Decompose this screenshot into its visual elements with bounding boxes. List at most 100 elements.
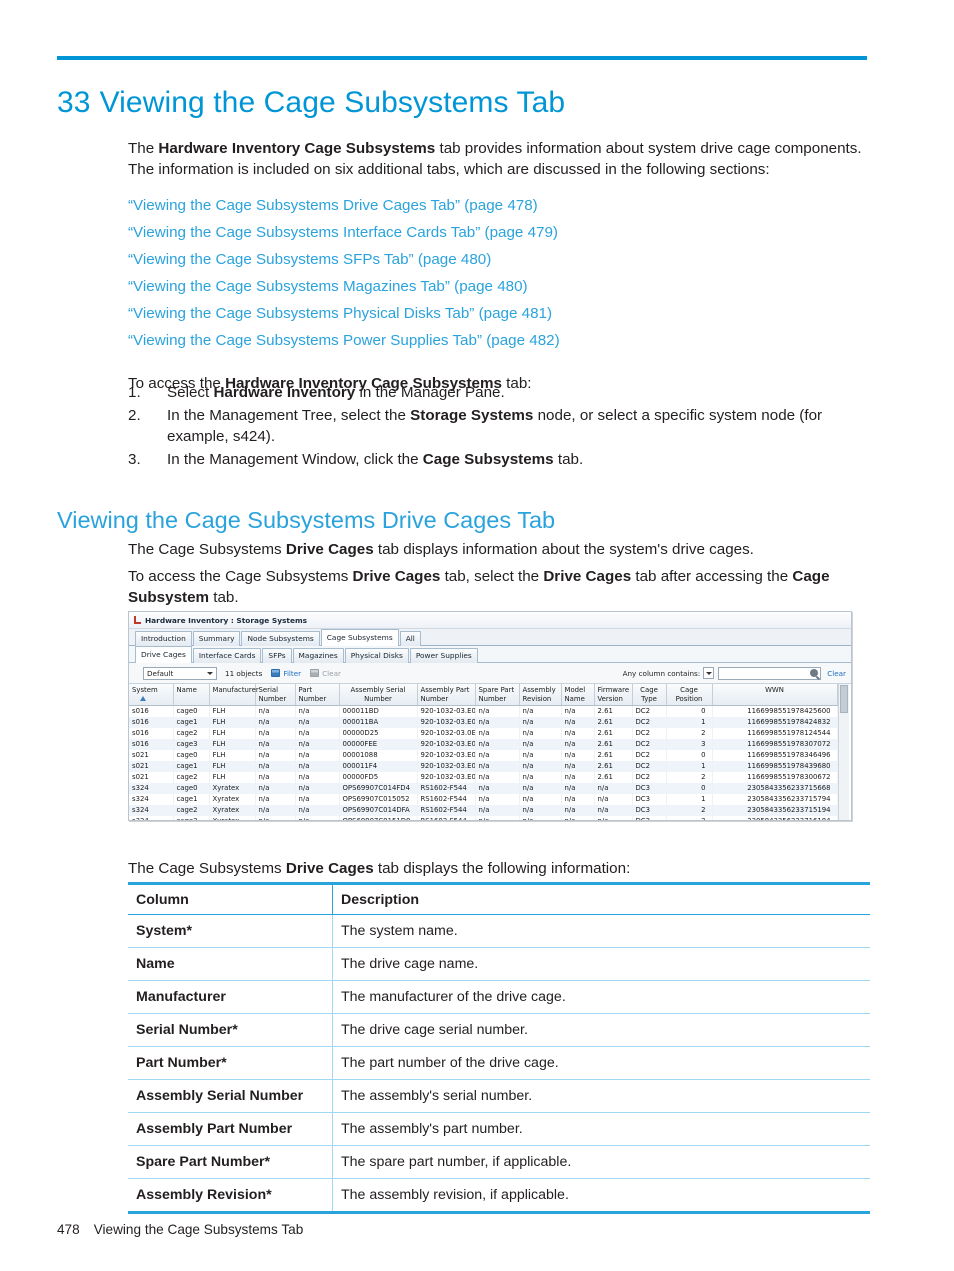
chapter-number: 33 — [57, 86, 91, 120]
col-header-cage-position[interactable]: Cage Position — [666, 684, 713, 706]
table-row[interactable]: s021 cage0 FLH n/a n/a 00001088 920-1032… — [129, 749, 838, 761]
para1-pre: The Cage Subsystems — [128, 541, 286, 559]
clear-filter-button[interactable]: Clear — [310, 669, 341, 678]
cell-spare-part-number: n/a — [475, 760, 520, 772]
table-row[interactable]: s021 cage2 FLH n/a n/a 00000FD5 920-1032… — [129, 771, 838, 783]
table-row[interactable]: s021 cage1 FLH n/a n/a 000011F4 920-1032… — [129, 760, 838, 772]
col-header-cage-type[interactable]: Cage Type — [632, 684, 667, 706]
xref-link-sfps[interactable]: “Viewing the Cage Subsystems SFPs Tab” (… — [128, 246, 828, 273]
tab-node-subsystems[interactable]: Node Subsystems — [241, 631, 320, 646]
col-header-assembly-part-number[interactable]: Assembly Part Number — [417, 684, 476, 706]
tab-sfps[interactable]: SFPs — [262, 648, 292, 663]
view-select[interactable]: Default — [143, 666, 217, 680]
tab-physical-disks[interactable]: Physical Disks — [344, 648, 409, 663]
cell-system: s324 — [129, 782, 174, 794]
application-screenshot-figure: Hardware Inventory : Storage Systems Int… — [128, 611, 852, 821]
cell-assembly-part-number: RS1602-F544 — [417, 804, 476, 816]
table-row[interactable]: s324 cage0 Xyratex n/a n/a OPS69907C014F… — [129, 782, 838, 794]
xref-link-drive-cages[interactable]: “Viewing the Cage Subsystems Drive Cages… — [128, 192, 828, 219]
vertical-scrollbar[interactable] — [837, 684, 849, 820]
table-row[interactable]: s324 cage2 Xyratex n/a n/a OPS69907C014D… — [129, 804, 838, 816]
scrollbar-thumb[interactable] — [839, 685, 848, 713]
table-row[interactable]: s016 cage1 FLH n/a n/a 000011BA 920-1032… — [129, 716, 838, 728]
table-row[interactable]: s324 cage3 Xyratex n/a n/a OPS69907C0151… — [129, 815, 838, 820]
drive-cages-grid: System Name Manufacturer Serial Number P… — [129, 684, 838, 820]
cell-cage-type: DC2 — [632, 771, 667, 783]
step-number: 3. — [128, 451, 141, 468]
search-input[interactable] — [718, 666, 822, 680]
cell-assembly-serial-number: 000011BD — [339, 705, 418, 717]
cell-cage-type: DC2 — [632, 760, 667, 772]
col-header-wwn[interactable]: WWN — [712, 684, 838, 706]
chapter-title-text: Viewing the Cage Subsystems Tab — [99, 86, 566, 120]
tab-introduction[interactable]: Introduction — [135, 631, 192, 646]
list-item: 3. In the Management Window, click the Ca… — [128, 449, 873, 470]
tab-cage-subsystems[interactable]: Cage Subsystems — [320, 629, 399, 646]
cell-assembly-part-number: RS1602-F544 — [417, 782, 476, 794]
para2-mid2: tab after accessing the — [631, 568, 793, 586]
search-scope-select[interactable] — [703, 667, 715, 679]
cell-cage-position: 1 — [666, 716, 713, 728]
col-header-part-number[interactable]: Part Number — [295, 684, 340, 706]
search-clear-link[interactable]: Clear — [827, 669, 846, 678]
table-row[interactable]: s016 cage2 FLH n/a n/a 00000D25 920-1032… — [129, 727, 838, 739]
filter-button[interactable]: Filter — [271, 669, 301, 678]
para2-bold1: Drive Cages — [352, 568, 441, 586]
cell-manufacturer: FLH — [209, 716, 256, 728]
cell-assembly-serial-number: 00000FD5 — [339, 771, 418, 783]
col-header-firmware-version[interactable]: Firmware Version — [594, 684, 633, 706]
cell-wwn: 1166998551978346496 — [712, 749, 838, 761]
tab-power-supplies[interactable]: Power Supplies — [409, 648, 478, 663]
cell-column-description: The system name. — [332, 914, 870, 948]
table-row[interactable]: s324 cage1 Xyratex n/a n/a OPS69907C0150… — [129, 793, 838, 805]
cell-assembly-revision: n/a — [519, 738, 562, 750]
col-header-system[interactable]: System — [129, 684, 174, 706]
tab-drive-cages[interactable]: Drive Cages — [135, 646, 192, 663]
step-pre: In the Management Tree, select the — [167, 407, 411, 424]
cell-firmware-version: n/a — [594, 815, 633, 820]
cell-assembly-revision: n/a — [519, 749, 562, 761]
cell-assembly-serial-number: OPS69907C014DFA — [339, 804, 418, 816]
col-header-manufacturer[interactable]: Manufacturer — [209, 684, 259, 706]
cross-reference-list: “Viewing the Cage Subsystems Drive Cages… — [128, 192, 828, 354]
tab-summary[interactable]: Summary — [192, 631, 241, 646]
access-steps: 1. Select Hardware Inventory in the Manag… — [128, 382, 873, 472]
xref-link-power-supplies[interactable]: “Viewing the Cage Subsystems Power Suppl… — [128, 327, 828, 354]
cell-assembly-revision: n/a — [519, 804, 562, 816]
cell-column-description: The manufacturer of the drive cage. — [332, 980, 870, 1014]
cell-serial-number: n/a — [255, 815, 296, 820]
tab-interface-cards[interactable]: Interface Cards — [192, 648, 262, 663]
cell-wwn: 1166998551978307072 — [712, 738, 838, 750]
tab-all[interactable]: All — [399, 631, 421, 646]
step-number: 1. — [128, 384, 141, 401]
col-header-spare-part-number[interactable]: Spare Part Number — [475, 684, 520, 706]
cell-system: s324 — [129, 815, 174, 820]
object-count-label: 11 objects — [225, 668, 263, 678]
xref-link-physical-disks[interactable]: “Viewing the Cage Subsystems Physical Di… — [128, 300, 828, 327]
cell-cage-position: 2 — [666, 771, 713, 783]
cell-serial-number: n/a — [255, 804, 296, 816]
cell-manufacturer: FLH — [209, 705, 256, 717]
col-header-model-name[interactable]: Model Name — [561, 684, 595, 706]
cell-assembly-serial-number: OPS69907C014FD4 — [339, 782, 418, 794]
cell-column-name: Manufacturer — [128, 980, 333, 1014]
cell-part-number: n/a — [295, 760, 340, 772]
sort-ascending-icon — [140, 696, 146, 701]
cell-column-name: Assembly Part Number — [128, 1112, 333, 1146]
cell-column-name: Serial Number* — [128, 1013, 333, 1047]
table-row: Spare Part Number* The spare part number… — [128, 1145, 870, 1179]
cell-part-number: n/a — [295, 727, 340, 739]
table-row[interactable]: s016 cage3 FLH n/a n/a 00000FEE 920-1032… — [129, 738, 838, 750]
col-header-assembly-revision[interactable]: Assembly Revision — [519, 684, 562, 706]
cell-assembly-revision: n/a — [519, 760, 562, 772]
tab-magazines[interactable]: Magazines — [292, 648, 344, 663]
xref-link-magazines[interactable]: “Viewing the Cage Subsystems Magazines T… — [128, 273, 828, 300]
col-header-name[interactable]: Name — [173, 684, 210, 706]
xref-link-interface-cards[interactable]: “Viewing the Cage Subsystems Interface C… — [128, 219, 828, 246]
cell-assembly-revision: n/a — [519, 815, 562, 820]
cell-assembly-serial-number: 000011F4 — [339, 760, 418, 772]
col-header-serial-number[interactable]: Serial Number — [255, 684, 296, 706]
col-header-assembly-serial-number[interactable]: Assembly Serial Number — [339, 684, 418, 706]
footer-running-head: Viewing the Cage Subsystems Tab — [93, 1222, 304, 1237]
table-row[interactable]: s016 cage0 FLH n/a n/a 000011BD 920-1032… — [129, 705, 838, 717]
